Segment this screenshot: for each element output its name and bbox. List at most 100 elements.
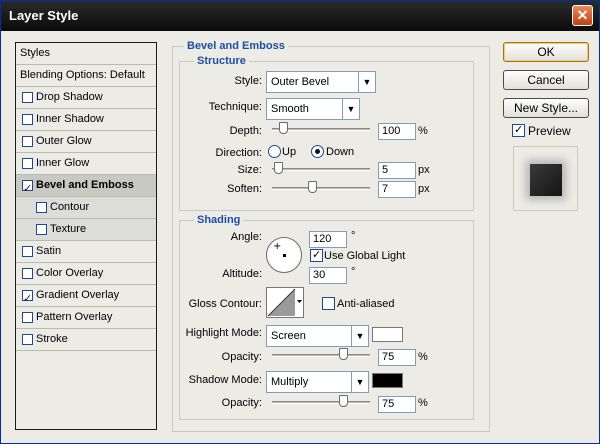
size-slider[interactable] — [272, 162, 370, 175]
shadow-opacity-thumb[interactable] — [339, 395, 348, 407]
anti-aliased-label: Anti-aliased — [337, 298, 395, 310]
layer-style-dialog: Layer Style ✕ Styles Blending Options: De… — [0, 0, 600, 444]
styles-list-label: Texture — [50, 223, 87, 235]
style-checkbox[interactable] — [22, 114, 33, 125]
direction-down-label: Down — [326, 146, 355, 158]
soften-unit: px — [418, 183, 430, 195]
ok-button[interactable]: OK — [503, 42, 589, 62]
altitude-label: Altitude: — [222, 268, 262, 280]
structure-title: Structure — [194, 55, 249, 67]
highlight-opacity-unit: % — [418, 351, 428, 363]
bevel-emboss-title: Bevel and Emboss — [184, 40, 288, 52]
styles-list-item[interactable]: Blending Options: Default — [16, 65, 156, 87]
style-checkbox[interactable] — [22, 334, 33, 345]
styles-list-item[interactable]: Texture — [16, 219, 156, 241]
title-bar[interactable]: Layer Style ✕ — [1, 1, 599, 31]
technique-value: Smooth — [271, 103, 309, 115]
global-light-checkbox[interactable] — [310, 248, 323, 262]
styles-list-label: Pattern Overlay — [36, 311, 113, 323]
styles-list-item[interactable]: Outer Glow — [16, 131, 156, 153]
highlight-opacity-slider[interactable] — [272, 348, 370, 361]
direction-label: Direction: — [215, 147, 262, 159]
altitude-input[interactable]: 30 — [309, 267, 347, 284]
highlight-opacity-label: Opacity: — [221, 351, 262, 363]
depth-label: Depth: — [229, 125, 262, 137]
styles-list-item[interactable]: Contour — [16, 197, 156, 219]
soften-input[interactable]: 7 — [378, 181, 416, 198]
soften-slider[interactable] — [272, 181, 370, 194]
highlight-color-swatch[interactable] — [372, 327, 403, 342]
styles-list-label: Inner Glow — [36, 157, 90, 169]
styles-list-item[interactable]: Color Overlay — [16, 263, 156, 285]
style-checkbox[interactable] — [22, 312, 33, 323]
styles-list-label: Bevel and Emboss — [36, 179, 134, 191]
shadow-opacity-unit: % — [418, 397, 428, 409]
cancel-button[interactable]: Cancel — [503, 70, 589, 90]
direction-down-radio[interactable] — [311, 145, 324, 158]
style-checkbox[interactable] — [22, 158, 33, 169]
style-checkbox[interactable] — [22, 178, 33, 199]
shadow-mode-dropdown[interactable]: Multiply ▼ — [266, 371, 369, 393]
style-checkbox[interactable] — [36, 202, 47, 213]
angle-input[interactable]: 120 — [309, 231, 347, 248]
preview-thumbnail — [530, 164, 562, 196]
styles-list-item[interactable]: Drop Shadow — [16, 87, 156, 109]
depth-slider[interactable] — [272, 122, 370, 135]
chevron-down-icon: ▼ — [358, 72, 375, 92]
shadow-mode-label: Shadow Mode: — [188, 374, 262, 386]
size-slider-track — [272, 168, 370, 171]
size-unit: px — [418, 164, 430, 176]
styles-list-label: Outer Glow — [36, 135, 92, 147]
depth-slider-thumb[interactable] — [279, 122, 288, 134]
styles-list-item[interactable]: Satin — [16, 241, 156, 263]
new-style-button[interactable]: New Style... — [503, 98, 589, 118]
angle-unit: ° — [351, 230, 356, 242]
style-preview — [513, 146, 578, 211]
style-checkbox[interactable] — [22, 288, 33, 309]
highlight-opacity-thumb[interactable] — [339, 348, 348, 360]
styles-list-item[interactable]: Gradient Overlay — [16, 285, 156, 309]
styles-list-label: Gradient Overlay — [36, 289, 120, 301]
styles-list-item[interactable]: Pattern Overlay — [16, 307, 156, 329]
anti-aliased-checkbox[interactable] — [322, 297, 335, 310]
shadow-opacity-track — [272, 401, 370, 404]
technique-dropdown[interactable]: Smooth ▼ — [266, 98, 360, 120]
highlight-mode-dropdown[interactable]: Screen ▼ — [266, 325, 369, 347]
dial-center — [283, 254, 286, 257]
highlight-opacity-input[interactable]: 75 — [378, 349, 416, 366]
size-label: Size: — [237, 164, 262, 176]
chevron-down-icon: ▼ — [351, 372, 368, 392]
size-input[interactable]: 5 — [378, 162, 416, 179]
styles-list-item[interactable]: Styles — [16, 43, 156, 65]
soften-slider-thumb[interactable] — [308, 181, 317, 193]
shadow-opacity-slider[interactable] — [272, 395, 370, 408]
size-slider-thumb[interactable] — [274, 162, 283, 174]
styles-list-item[interactable]: Bevel and Emboss — [16, 175, 156, 199]
styles-list-label: Contour — [50, 201, 90, 213]
style-checkbox[interactable] — [36, 224, 47, 235]
global-light-label: Use Global Light — [324, 250, 406, 262]
close-icon[interactable]: ✕ — [572, 5, 593, 26]
direction-up-radio[interactable] — [268, 145, 281, 158]
style-label: Style: — [234, 75, 262, 87]
style-checkbox[interactable] — [22, 136, 33, 147]
shadow-color-swatch[interactable] — [372, 373, 403, 388]
preview-checkbox[interactable] — [512, 123, 525, 137]
window-title: Layer Style — [9, 8, 79, 23]
styles-list-item[interactable]: Inner Glow — [16, 153, 156, 175]
direction-up-label: Up — [282, 146, 297, 158]
depth-input[interactable]: 100 — [378, 123, 416, 140]
angle-dial[interactable]: + — [266, 237, 302, 273]
chevron-down-icon: ▼ — [342, 99, 359, 119]
styles-list-item[interactable]: Stroke — [16, 329, 156, 351]
soften-slider-track — [272, 187, 370, 190]
shadow-opacity-input[interactable]: 75 — [378, 396, 416, 413]
shadow-opacity-label: Opacity: — [221, 397, 262, 409]
style-checkbox[interactable] — [22, 246, 33, 257]
gloss-contour-picker[interactable] — [266, 287, 304, 318]
style-checkbox[interactable] — [22, 92, 33, 103]
styles-list-label: Satin — [36, 245, 62, 257]
style-dropdown[interactable]: Outer Bevel ▼ — [266, 71, 376, 93]
styles-list-item[interactable]: Inner Shadow — [16, 109, 156, 131]
style-checkbox[interactable] — [22, 268, 33, 279]
